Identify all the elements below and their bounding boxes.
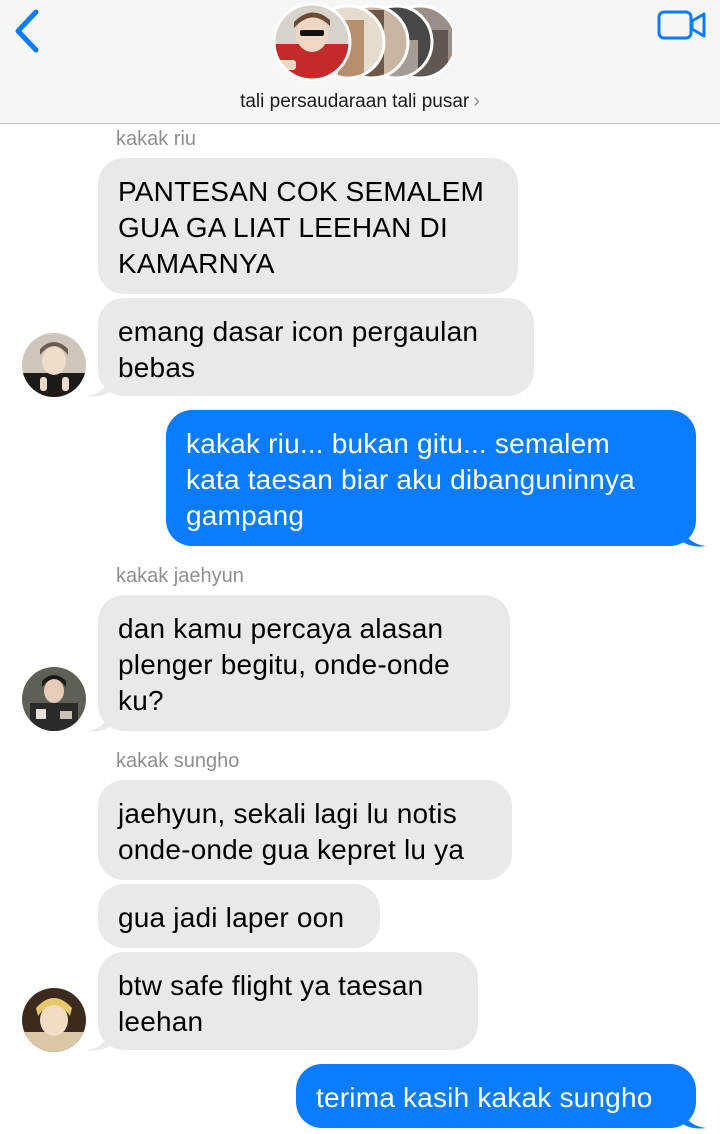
avatar[interactable] — [22, 667, 86, 731]
chevron-right-icon: › — [473, 90, 480, 112]
chat-header: tali persaudaraan tali pusar › — [0, 0, 720, 124]
sender-name: kakak riu — [116, 128, 197, 150]
bubble-tail — [680, 1104, 706, 1129]
sender-name: kakak jaehyun — [116, 565, 244, 587]
group-name: tali persaudaraan tali pusar — [240, 91, 470, 112]
message-bubble-outgoing[interactable]: kakak riu... bukan gitu... semalem kata … — [166, 410, 696, 546]
message-bubble-incoming[interactable]: PANTESAN COK SEMALEM GUA GA LIAT LEEHAN … — [98, 158, 518, 294]
video-call-button[interactable] — [656, 8, 708, 42]
bubble-tail — [86, 707, 114, 732]
video-camera-icon — [657, 10, 706, 40]
message-bubble-incoming[interactable]: gua jadi laper oon — [98, 884, 380, 948]
sender-name: kakak sungho — [116, 750, 240, 772]
chevron-left-icon — [15, 9, 39, 53]
message-bubble-outgoing[interactable]: terima kasih kakak sungho — [296, 1064, 696, 1128]
message-bubble-incoming[interactable]: btw safe flight ya taesan leehan — [98, 952, 478, 1050]
message-bubble-incoming[interactable]: dan kamu percaya alasan plenger begitu, … — [98, 595, 510, 731]
back-button[interactable] — [8, 6, 52, 56]
bubble-tail — [680, 522, 706, 547]
avatar[interactable] — [22, 333, 86, 397]
group-name-button[interactable]: tali persaudaraan tali pusar › — [0, 90, 720, 113]
bubble-tail — [86, 372, 114, 397]
message-bubble-incoming[interactable]: emang dasar icon pergaulan bebas — [98, 298, 534, 396]
avatar[interactable] — [22, 988, 86, 1052]
group-avatar-stack[interactable] — [268, 0, 458, 84]
message-bubble-incoming[interactable]: jaehyun, sekali lagi lu notis onde-onde … — [98, 780, 512, 880]
bubble-tail — [86, 1026, 114, 1051]
